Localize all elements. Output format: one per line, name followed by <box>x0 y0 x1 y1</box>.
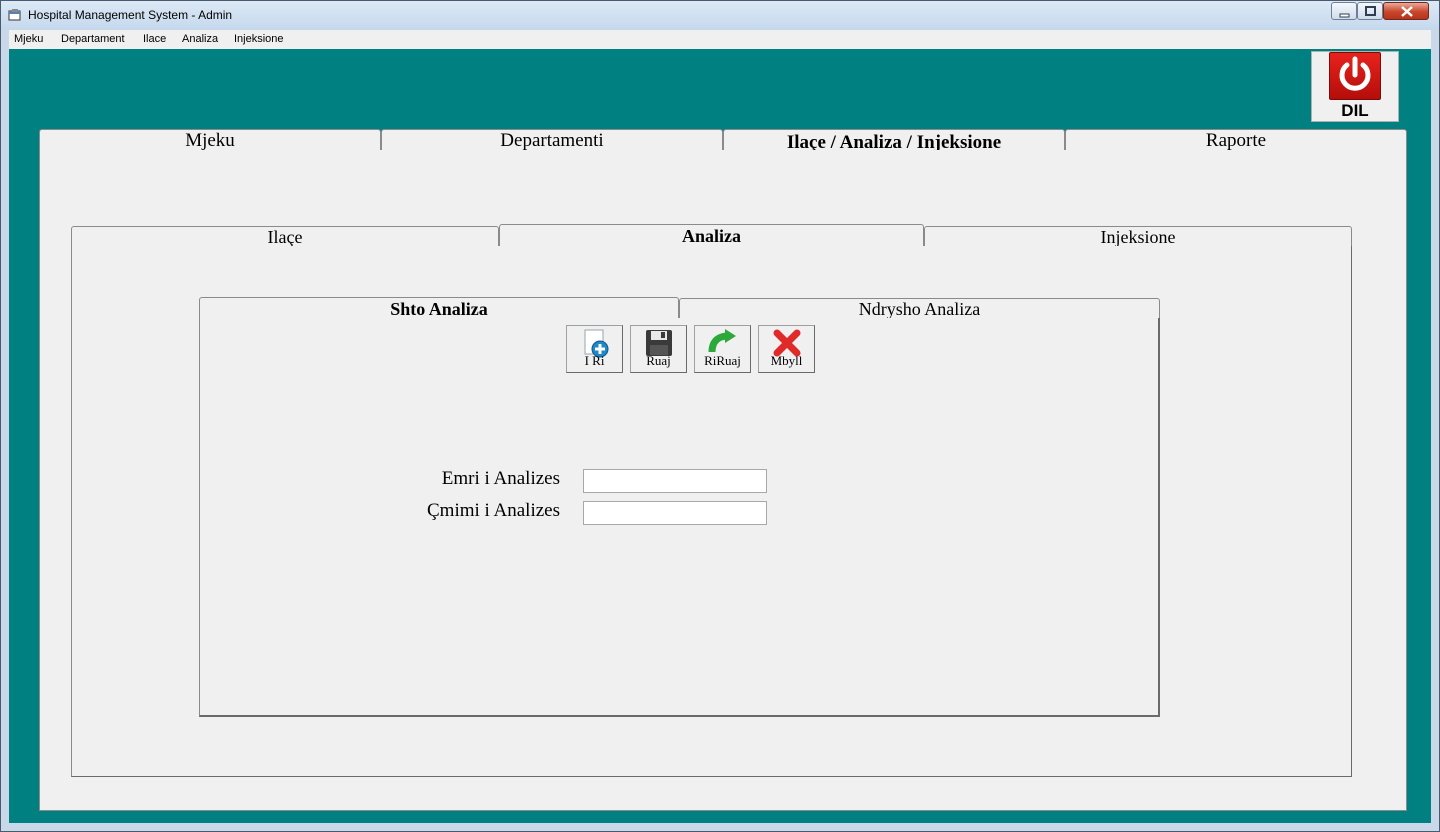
title-bar[interactable]: Hospital Management System - Admin <box>1 1 1439 30</box>
application-window: Hospital Management System - Admin Mjeku… <box>0 0 1440 832</box>
close-form-button-label: Mbyll <box>770 353 803 368</box>
price-input[interactable] <box>583 501 767 525</box>
maximize-icon <box>1365 6 1376 16</box>
save-button-label: Ruaj <box>646 353 671 368</box>
tab-label: Mjeku <box>185 130 235 151</box>
tab-label: Ndrysho Analiza <box>858 299 981 319</box>
menu-injeksione[interactable]: Injeksione <box>234 33 284 45</box>
new-button-label: I Ri <box>584 353 605 368</box>
tab-label: Departamenti <box>500 130 604 151</box>
tab-label: Raporte <box>1205 130 1267 151</box>
menu-departament[interactable]: Departament <box>61 33 125 45</box>
name-label: Emri i Analizes <box>441 468 560 489</box>
exit-label: DIL <box>1341 101 1369 120</box>
shto-analiza-panel: I Ri Ruaj RiRuaj Mbyll Emri i Analizes Ç… <box>199 318 1160 717</box>
tab-ilace[interactable]: Ilaçe <box>71 226 499 247</box>
new-button[interactable]: I Ri <box>566 325 623 373</box>
resave-button[interactable]: RiRuaj <box>694 325 751 373</box>
close-window-button[interactable] <box>1383 2 1429 20</box>
close-icon <box>1401 6 1413 17</box>
power-icon <box>1329 52 1381 100</box>
menu-analiza[interactable]: Analiza <box>182 33 218 45</box>
menu-ilace[interactable]: Ilace <box>143 33 166 45</box>
tab-departamenti[interactable]: Departamenti <box>381 129 723 151</box>
app-icon <box>8 8 22 22</box>
tab-label: Injeksione <box>1100 227 1176 247</box>
save-button[interactable]: Ruaj <box>630 325 687 373</box>
price-label: Çmimi i Analizes <box>427 500 560 521</box>
tab-ndrysho-analiza[interactable]: Ndrysho Analiza <box>679 298 1160 319</box>
tab-injeksione[interactable]: Injeksione <box>924 226 1352 247</box>
main-client-area: DIL Mjeku Departamenti Ilaçe / Analiza /… <box>9 49 1431 823</box>
tab-mjeku[interactable]: Mjeku <box>39 129 381 151</box>
tab-analiza[interactable]: Analiza <box>499 224 924 248</box>
main-tab-panel: Ilaçe Analiza Injeksione Shto Analiza Nd… <box>39 150 1407 811</box>
tab-label: Ilaçe <box>267 227 303 247</box>
menu-bar: Mjeku Departament Ilace Analiza Injeksio… <box>9 30 1431 50</box>
maximize-button[interactable] <box>1357 2 1383 20</box>
tab-raporte[interactable]: Raporte <box>1065 129 1407 151</box>
tab-label: Analiza <box>681 226 741 247</box>
exit-button[interactable]: DIL <box>1311 51 1399 122</box>
menu-mjeku[interactable]: Mjeku <box>14 33 43 45</box>
resave-button-label: RiRuaj <box>704 353 741 368</box>
minimize-icon <box>1339 13 1350 18</box>
minimize-button[interactable] <box>1331 2 1357 20</box>
close-form-button[interactable]: Mbyll <box>758 325 815 373</box>
window-title: Hospital Management System - Admin <box>28 8 233 22</box>
tab-label: Shto Analiza <box>390 299 488 319</box>
sub-tab-panel: Shto Analiza Ndrysho Analiza I Ri Ruaj R… <box>71 246 1352 777</box>
toolbar: I Ri Ruaj RiRuaj Mbyll <box>566 325 816 373</box>
name-input[interactable] <box>583 469 767 493</box>
